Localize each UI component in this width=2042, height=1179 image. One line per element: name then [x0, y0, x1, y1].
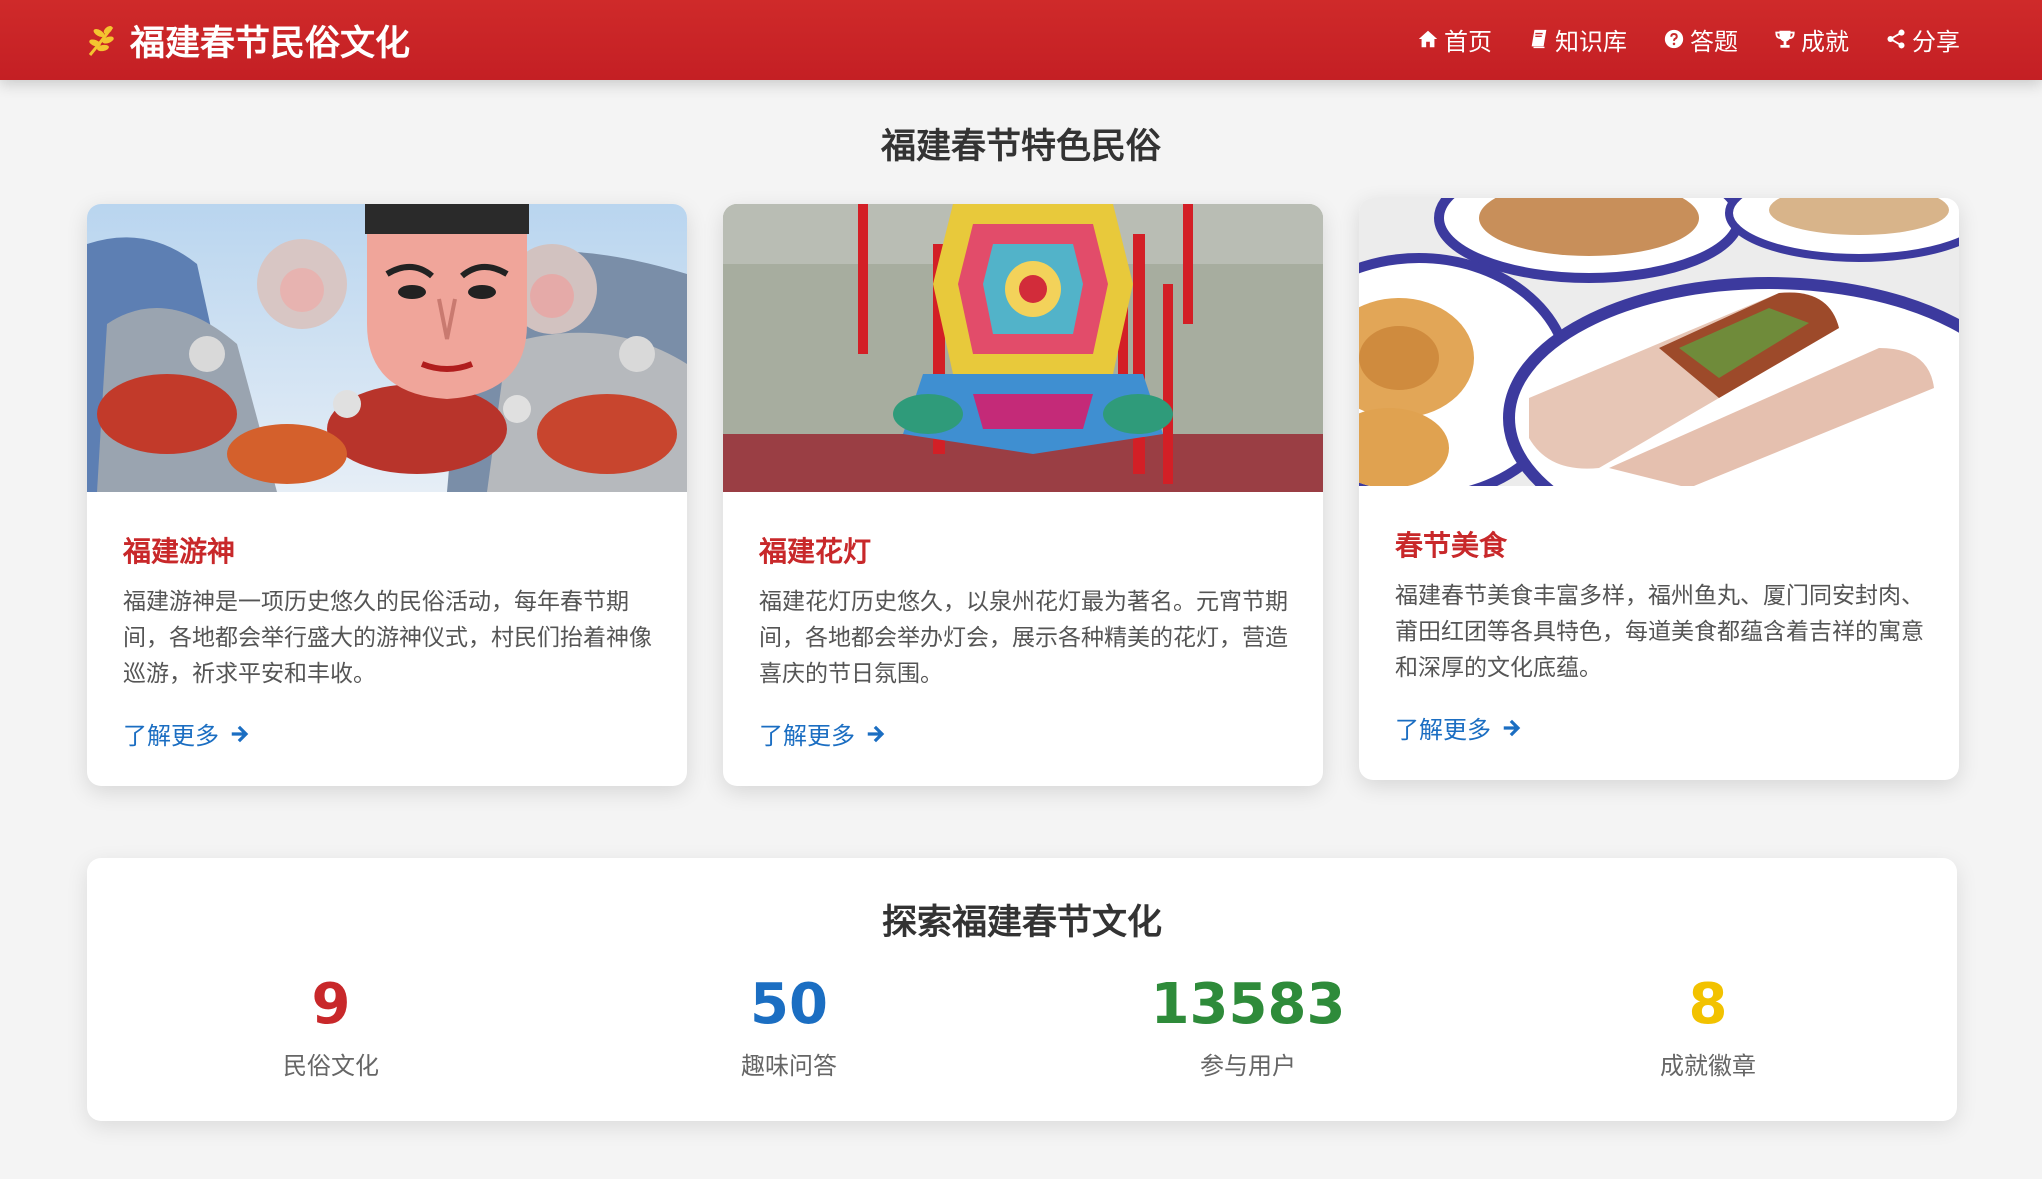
nav-knowledge[interactable]: 知识库 — [1528, 22, 1627, 57]
arrow-right-icon — [1503, 719, 1521, 736]
trophy-icon — [1775, 30, 1795, 48]
card-image-youshen — [87, 204, 687, 492]
nav-share-label: 分享 — [1912, 27, 1960, 56]
nav-home-label: 首页 — [1444, 27, 1492, 56]
nav-share[interactable]: 分享 — [1885, 22, 1960, 57]
card-title: 福建游神 — [123, 535, 236, 568]
nav-home[interactable]: 首页 — [1417, 22, 1492, 57]
wheat-icon — [88, 26, 114, 56]
card-youshen: 福建游神 福建游神是一项历史悠久的民俗活动，每年春节期间，各地都会举行盛大的游神… — [87, 204, 687, 786]
card-title: 福建花灯 — [759, 535, 872, 568]
card-huadeng: 福建花灯 福建花灯历史悠久，以泉州花灯最为著名。元宵节期间，各地都会举办灯会，展… — [723, 204, 1323, 786]
stats-title: 探索福建春节文化 — [881, 902, 1162, 943]
book-icon — [1531, 29, 1547, 49]
nav-achievements[interactable]: 成就 — [1774, 22, 1849, 57]
card-description: 福建游神是一项历史悠久的民俗活动，每年春节期间，各地都会举行盛大的游神仪式，村民… — [123, 589, 652, 687]
stats-panel: 探索福建春节文化 9 民俗文化 50 趣味问答 13583 参与用户 8 成就徽… — [87, 858, 1957, 1121]
stat-badges: 8 成就徽章 — [1558, 970, 1858, 1081]
card-description: 福建花灯历史悠久，以泉州花灯最为著名。元宵节期间，各地都会举办灯会，展示各种精美… — [759, 589, 1288, 687]
card-image-meishi — [1359, 198, 1959, 486]
section-title: 福建春节特色民俗 — [880, 126, 1161, 167]
top-navbar: 福建春节民俗文化 首页 知识库 答题 成就 分享 — [0, 0, 2042, 80]
arrow-right-icon — [867, 725, 885, 742]
learn-more-link[interactable]: 了解更多 — [123, 716, 251, 751]
learn-more-link[interactable]: 了解更多 — [759, 716, 887, 751]
learn-more-label: 了解更多 — [759, 722, 855, 750]
stat-value: 50 — [750, 972, 828, 1037]
card-title: 春节美食 — [1395, 529, 1508, 562]
home-icon — [1418, 30, 1438, 48]
main-nav: 首页 知识库 答题 成就 分享 — [1381, 18, 1960, 60]
stat-label: 参与用户 — [1200, 1052, 1296, 1080]
nav-quiz-label: 答题 — [1690, 27, 1738, 56]
stat-value: 8 — [1688, 972, 1728, 1037]
learn-more-link[interactable]: 了解更多 — [1395, 710, 1523, 745]
learn-more-label: 了解更多 — [123, 722, 219, 750]
card-meishi: 春节美食 福建春节美食丰富多样，福州鱼丸、厦门同安封肉、莆田红团等各具特色，每道… — [1359, 198, 1959, 780]
stat-label: 成就徽章 — [1660, 1052, 1756, 1080]
arrow-right-icon — [231, 725, 249, 742]
share-icon — [1887, 29, 1905, 49]
learn-more-label: 了解更多 — [1395, 716, 1491, 744]
stat-quiz: 50 趣味问答 — [639, 970, 939, 1081]
stat-label: 趣味问答 — [741, 1052, 837, 1080]
nav-knowledge-label: 知识库 — [1555, 27, 1627, 56]
stat-label: 民俗文化 — [283, 1052, 379, 1080]
site-brand[interactable]: 福建春节民俗文化 — [86, 16, 410, 64]
stat-folk-culture: 9 民俗文化 — [181, 970, 481, 1081]
card-image-huadeng — [723, 204, 1323, 492]
stat-users: 13583 参与用户 — [1098, 970, 1398, 1081]
card-description: 福建春节美食丰富多样，福州鱼丸、厦门同安封肉、莆田红团等各具特色，每道美食都蕴含… — [1395, 583, 1924, 681]
site-title: 福建春节民俗文化 — [130, 22, 411, 64]
stat-value: 9 — [311, 972, 351, 1037]
nav-quiz[interactable]: 答题 — [1663, 22, 1738, 57]
stat-value: 13583 — [1150, 972, 1346, 1037]
question-circle-icon — [1664, 29, 1684, 49]
nav-achievements-label: 成就 — [1801, 27, 1849, 56]
